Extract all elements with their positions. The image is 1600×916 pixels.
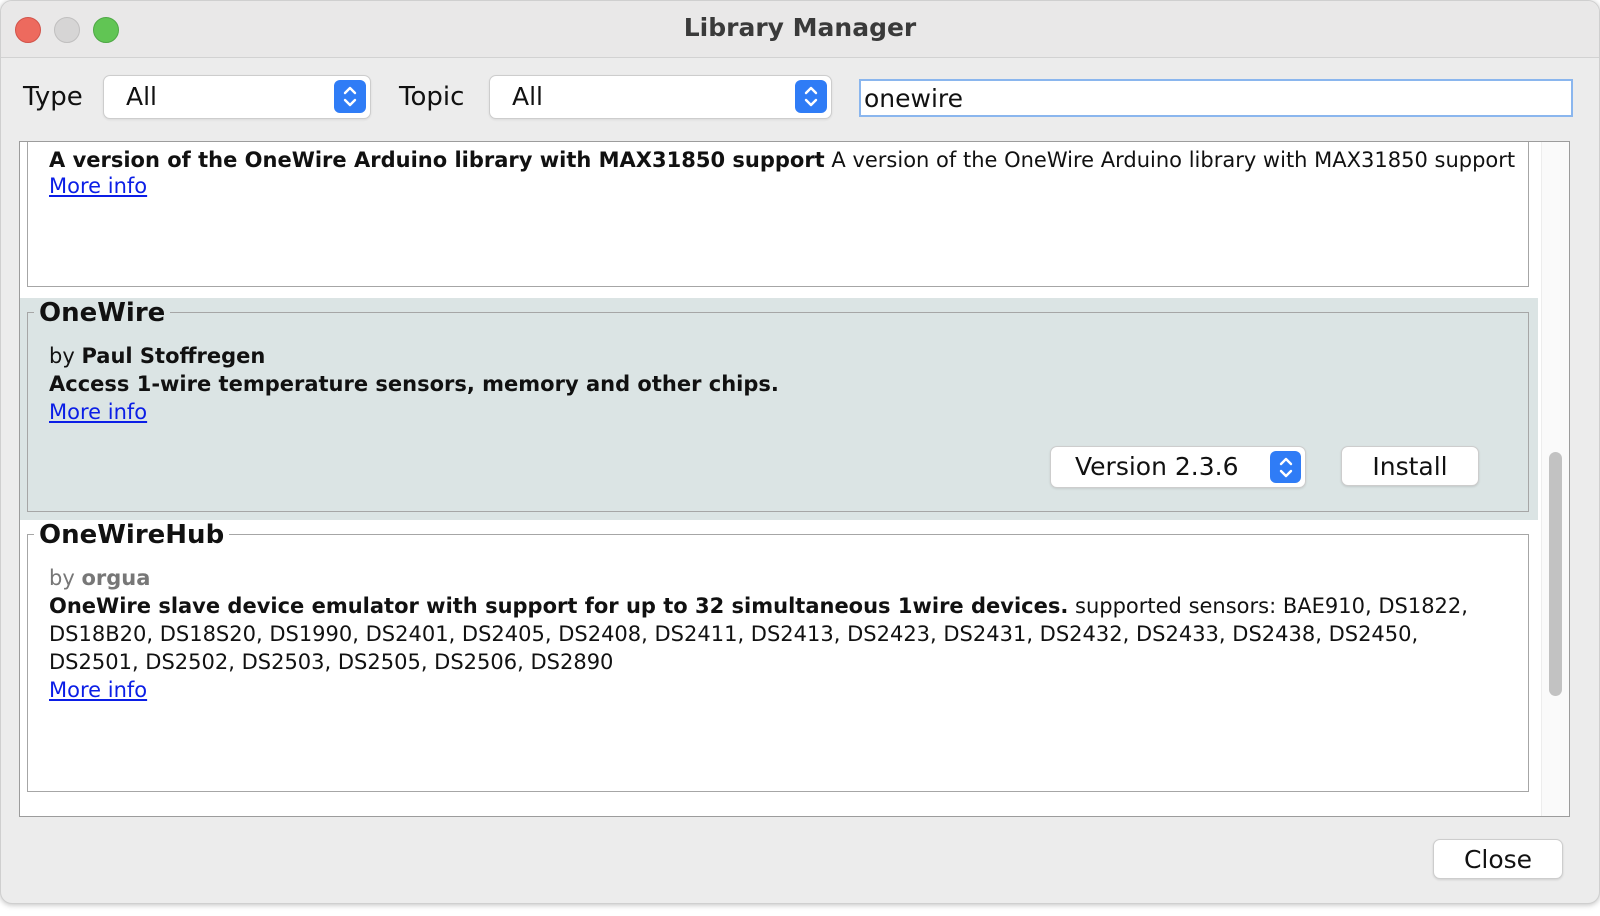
topic-select-stepper-icon xyxy=(795,80,827,113)
install-button[interactable]: Install xyxy=(1341,446,1479,486)
library-item-onewire[interactable]: OneWire by Paul Stoffregen Access 1-wire… xyxy=(20,298,1538,520)
type-select-stepper-icon xyxy=(334,80,366,113)
library-list[interactable]: A version of the OneWire Arduino library… xyxy=(19,141,1570,817)
library-sentence: A version of the OneWire Arduino library… xyxy=(49,148,825,172)
title-bar: Library Manager xyxy=(1,1,1599,58)
list-scrollbar[interactable] xyxy=(1541,142,1569,816)
version-select-stepper-icon xyxy=(1270,451,1301,483)
library-item[interactable]: A version of the OneWire Arduino library… xyxy=(20,142,1538,298)
library-author: orgua xyxy=(81,566,151,590)
library-author-line: by Paul Stoffregen xyxy=(49,344,265,368)
library-name: OneWire xyxy=(34,298,171,328)
window-title: Library Manager xyxy=(683,13,917,42)
library-item-onewirehub[interactable]: OneWireHub by orgua OneWire slave device… xyxy=(20,520,1538,816)
type-label: Type xyxy=(23,82,83,112)
version-select[interactable]: Version 2.3.6 xyxy=(1050,446,1306,488)
type-select-value: All xyxy=(126,82,157,111)
library-paragraph: A version of the OneWire Arduino library… xyxy=(831,148,1516,172)
more-info-link[interactable]: More info xyxy=(49,678,147,702)
library-description: A version of the OneWire Arduino library… xyxy=(49,146,1515,174)
version-select-value: Version 2.3.6 xyxy=(1075,452,1239,481)
library-description: OneWire slave device emulator with suppo… xyxy=(49,592,1499,676)
topic-select-value: All xyxy=(512,82,543,111)
filter-bar: Type All Topic All onewire xyxy=(1,58,1599,142)
topic-select[interactable]: All xyxy=(489,75,832,119)
library-author: Paul Stoffregen xyxy=(81,344,266,368)
list-scrollbar-thumb[interactable] xyxy=(1549,452,1562,696)
by-label: by xyxy=(49,344,75,368)
library-manager-window: Library Manager Type All Topic All onewi… xyxy=(0,0,1600,904)
topic-label: Topic xyxy=(399,82,465,112)
close-button[interactable]: Close xyxy=(1433,839,1563,879)
search-input[interactable]: onewire xyxy=(859,79,1573,117)
more-info-link[interactable]: More info xyxy=(49,400,147,424)
library-description: Access 1-wire temperature sensors, memor… xyxy=(49,370,779,398)
type-select[interactable]: All xyxy=(103,75,371,119)
by-label: by xyxy=(49,566,75,590)
library-name: OneWireHub xyxy=(34,520,230,550)
search-input-value: onewire xyxy=(864,84,964,113)
library-author-line: by orgua xyxy=(49,566,150,590)
more-info-link[interactable]: More info xyxy=(49,174,147,198)
library-sentence: OneWire slave device emulator with suppo… xyxy=(49,594,1069,618)
library-sentence: Access 1-wire temperature sensors, memor… xyxy=(49,372,779,396)
